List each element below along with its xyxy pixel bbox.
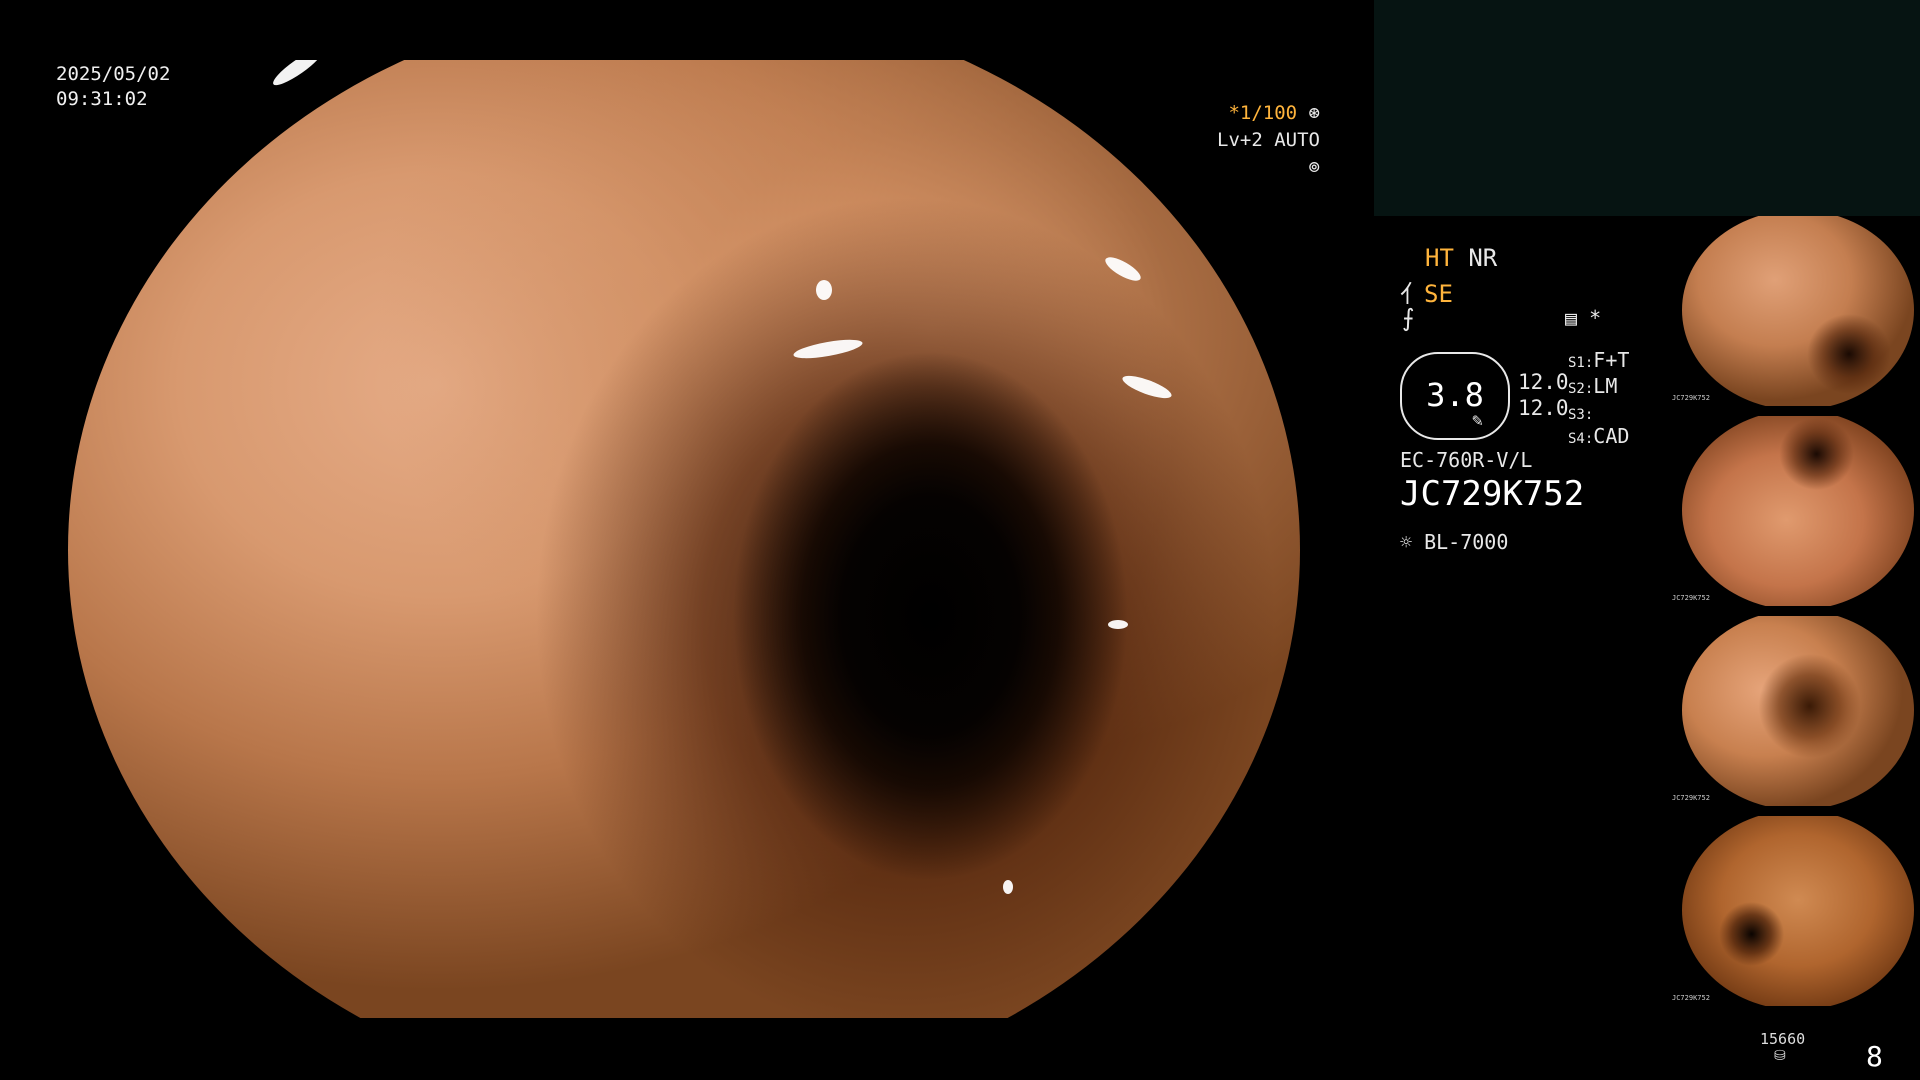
light-source-icon: ☼ (1400, 530, 1413, 554)
scope-serial: JC729K752 (1400, 474, 1585, 514)
thumbnail-label: JC729K752 (1672, 394, 1710, 402)
pen-icon: ✎ (1472, 410, 1483, 431)
scope-model: EC-760R-V/L (1400, 448, 1533, 472)
ht-label: HT (1425, 244, 1454, 272)
s3-label: S3: (1568, 407, 1594, 423)
value-top: 12.0 (1518, 370, 1569, 394)
s4-label: S4: (1568, 431, 1594, 447)
specular-highlight (1003, 880, 1013, 894)
thumbnail-label: JC729K752 (1672, 794, 1710, 802)
endoscope-view (68, 60, 1300, 1018)
se-label: SE (1424, 280, 1453, 308)
s2-value: LM (1593, 374, 1618, 398)
light-source-model: BL-7000 (1424, 530, 1509, 554)
thumbnail-image (1682, 816, 1914, 1006)
s4-value: CAD (1593, 424, 1630, 448)
s1-value: F+T (1593, 348, 1630, 372)
specular-highlight (1108, 620, 1128, 629)
shutter-icon: ⊛ (1308, 102, 1320, 124)
page-number: 8 (1866, 1040, 1883, 1073)
image-count: 15660 (1760, 1030, 1806, 1048)
storage-icon: ⛁ (1774, 1048, 1786, 1064)
iris-text: Lv+2 AUTO (1217, 129, 1320, 151)
specular-highlight (1120, 371, 1174, 403)
secondary-display-panel (1374, 0, 1920, 216)
specular-highlight (816, 280, 832, 300)
specular-highlight (1102, 252, 1144, 286)
time-text: 09:31:02 (56, 88, 148, 110)
s2-label: S2: (1568, 381, 1594, 397)
date-text: 2025/05/02 (56, 63, 171, 85)
asterisk-mark: * (1589, 306, 1602, 330)
scope-info-panel: HT NR ⺅SE ⨍ ▤ * 3.8 ✎ 12.0 12.0 S1:F+T S… (1400, 240, 1670, 570)
thumbnail-1[interactable]: JC729K752 (1670, 216, 1920, 406)
thumbnail-4[interactable]: JC729K752 (1670, 816, 1920, 1006)
storage-counter: 15660 ⛁ (1760, 1030, 1805, 1064)
nr-label: NR (1468, 244, 1498, 272)
color-mode-icon: ⨍ (1402, 304, 1415, 332)
s1-label: S1: (1568, 355, 1594, 371)
thumbnail-image (1682, 416, 1914, 606)
specular-highlight (792, 336, 864, 362)
thumbnail-2[interactable]: JC729K752 (1670, 416, 1920, 606)
value-bottom: 12.0 (1518, 396, 1569, 420)
date-time-display: 2025/05/02 09:31:02 (56, 62, 170, 112)
zoom-badge: 3.8 ✎ (1400, 352, 1510, 440)
exposure-settings: *1/100 ⊛ Lv+2 AUTO ⊚ (1195, 100, 1320, 181)
colon-lumen-image (68, 60, 1300, 1018)
shutter-text: *1/100 (1228, 102, 1298, 124)
specular-highlight (269, 60, 327, 90)
thumbnail-3[interactable]: JC729K752 (1670, 616, 1920, 806)
thumbnail-image (1682, 616, 1914, 806)
zoom-value: 3.8 (1426, 376, 1484, 414)
iris-icon: ⊚ (1308, 156, 1320, 178)
thumbnail-label: JC729K752 (1672, 994, 1710, 1002)
thumbnail-label: JC729K752 (1672, 594, 1710, 602)
memo-icon: ▤ (1565, 306, 1578, 330)
thumbnail-image (1682, 216, 1914, 406)
